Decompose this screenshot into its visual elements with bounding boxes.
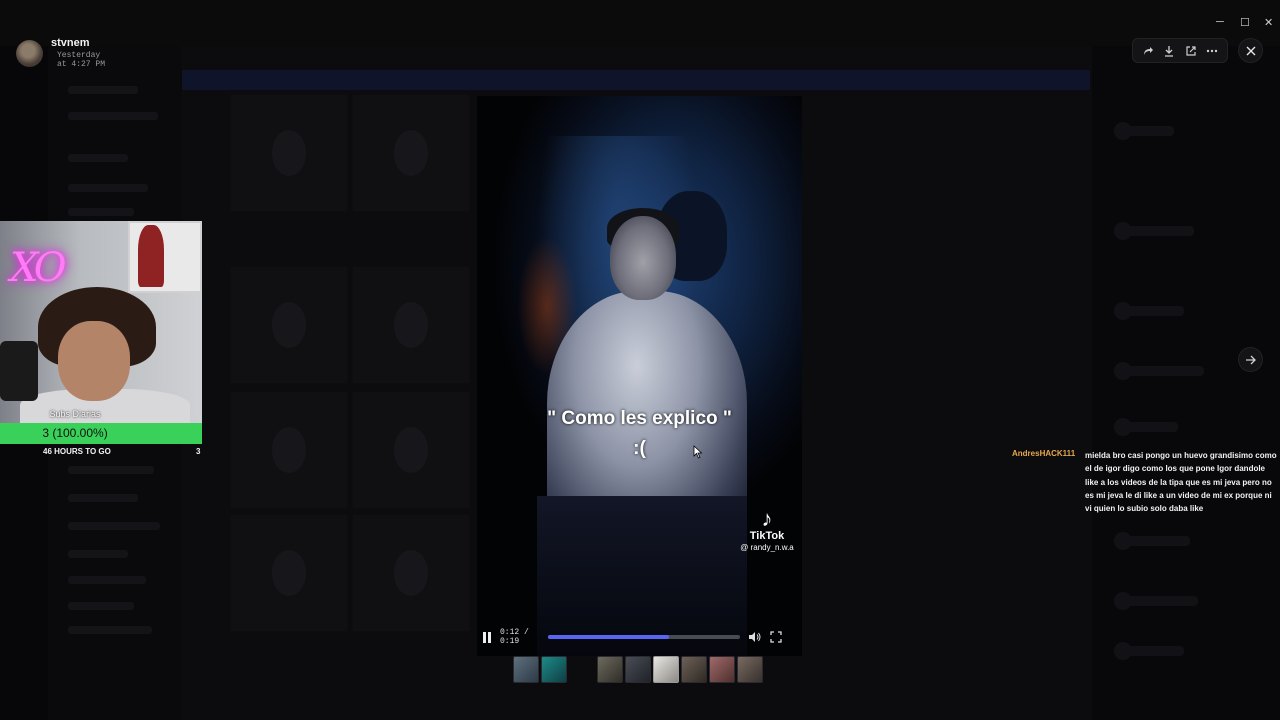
media-viewer: ─ ☐ ✕ stvnem Yesterday at 4:27 PM " Como…: [0, 0, 1280, 720]
subs-goal-bar: 3 (100.00%): [0, 423, 202, 444]
thumbnail[interactable]: [681, 656, 707, 683]
thumbnail[interactable]: [597, 656, 623, 683]
subs-count: 3: [196, 447, 201, 456]
fullscreen-button[interactable]: [768, 630, 784, 644]
seek-bar[interactable]: [548, 635, 740, 639]
streamer-webcam: XO: [0, 221, 202, 423]
mouse-cursor-icon: [693, 445, 703, 459]
download-icon[interactable]: [1160, 42, 1178, 60]
neon-sign: XO: [10, 245, 67, 291]
new-messages-banner: [182, 70, 1090, 90]
chat-message-text: mielda bro casi pongo un huevo grandisim…: [1085, 451, 1277, 514]
thumbnail[interactable]: [541, 656, 567, 683]
video-caption-line2: :(: [633, 438, 646, 459]
close-icon: [1246, 46, 1255, 55]
thumbnail-selected[interactable]: [653, 656, 679, 683]
chat-username: AndresHACK111: [1012, 449, 1076, 458]
thumbnail[interactable]: [709, 656, 735, 683]
window-close-icon[interactable]: ✕: [1264, 16, 1273, 29]
subs-goal-text: 3 (100.00%): [42, 426, 108, 440]
pause-icon: [483, 631, 491, 643]
tiktok-watermark: ♪ TikTok @ randy_n.w.a: [732, 506, 802, 553]
upload-timestamp: Yesterday at 4:27 PM: [57, 51, 106, 69]
subs-time-left: 46 HOURS TO GO: [43, 447, 111, 456]
maximize-icon[interactable]: ☐: [1240, 16, 1250, 29]
uploader-info: stvnem Yesterday at 4:27 PM: [16, 37, 105, 69]
seek-progress: [548, 635, 669, 639]
pause-button[interactable]: [480, 630, 494, 644]
video-time: 0:12 / 0:19: [500, 628, 529, 646]
forward-icon[interactable]: [1139, 42, 1157, 60]
uploader-name[interactable]: stvnem: [51, 37, 105, 49]
media-thumbnails: [513, 656, 767, 684]
arrow-right-icon: [1245, 355, 1256, 364]
watermark-user: @ randy_n.w.a: [740, 543, 794, 552]
open-external-icon[interactable]: [1182, 42, 1200, 60]
minimize-icon[interactable]: ─: [1216, 16, 1224, 28]
volume-icon: [748, 632, 760, 642]
thumbnail[interactable]: [513, 656, 539, 683]
microphone: [0, 341, 38, 401]
volume-button[interactable]: [746, 630, 762, 644]
fullscreen-icon: [770, 631, 782, 643]
watermark-brand: TikTok: [749, 530, 785, 542]
member-list: [1092, 46, 1280, 720]
app-titlebar: [0, 0, 1280, 46]
next-media-button[interactable]: [1238, 347, 1263, 372]
tiktok-logo-icon: ♪: [761, 506, 773, 531]
media-toolbar: [1132, 38, 1228, 63]
avatar[interactable]: [16, 39, 43, 67]
more-icon[interactable]: [1203, 42, 1221, 60]
video-controls: 0:12 / 0:19: [480, 628, 800, 646]
thumbnail[interactable]: [625, 656, 651, 683]
video-caption-line1: " Como les explico ": [547, 408, 732, 429]
close-viewer-button[interactable]: [1238, 38, 1263, 63]
subs-goal-label: Subs Diarias: [49, 409, 101, 419]
thumbnail[interactable]: [737, 656, 763, 683]
video-player[interactable]: " Como les explico " :( ♪ TikTok @ randy…: [477, 96, 802, 656]
